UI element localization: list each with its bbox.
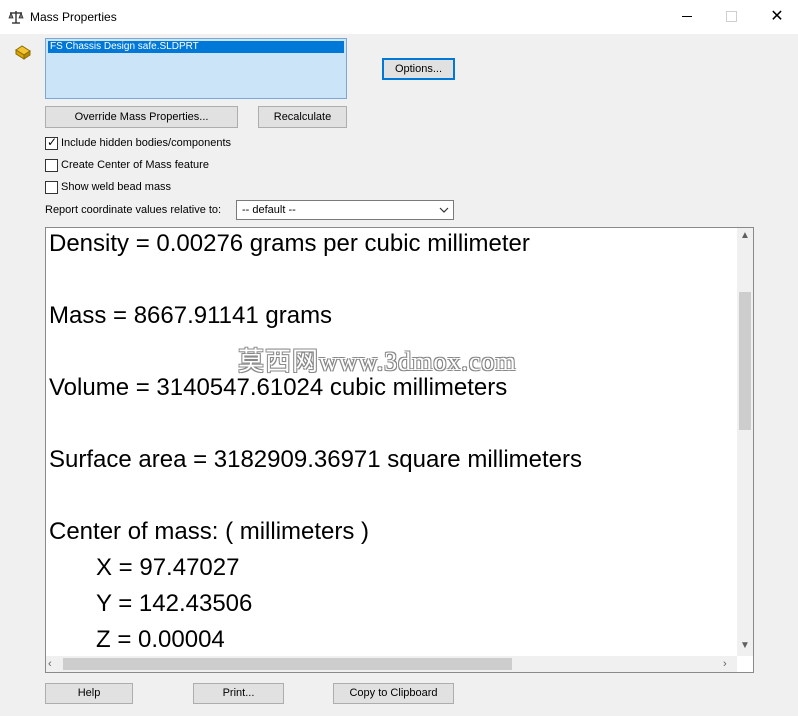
checkbox-label: Include hidden bodies/components [61,137,232,149]
density-line: Density = 0.00276 grams per cubic millim… [49,230,530,257]
recalculate-button[interactable]: Recalculate [258,106,347,128]
scroll-up-icon[interactable]: ▲ [737,230,753,244]
watermark: 莫西网www.3dmox.com [238,347,517,376]
checkbox-box[interactable]: ✓ [45,135,58,150]
window-title: Mass Properties [30,10,117,24]
surface-area-line: Surface area = 3182909.36971 square mill… [49,446,582,473]
copy-to-clipboard-button[interactable]: Copy to Clipboard [333,683,454,704]
chevron-down-icon [439,207,449,213]
mass-line: Mass = 8667.91141 grams [49,302,333,329]
close-icon: ✕ [770,8,784,25]
checkbox-label: Show weld bead mass [61,181,172,193]
center-x-line: X = 97.47027 [96,554,240,581]
checkbox-box[interactable] [45,181,58,194]
vertical-scroll-thumb[interactable] [739,292,751,430]
center-z-line: Z = 0.00004 [96,626,225,653]
scale-icon [8,11,24,24]
center-y-line: Y = 142.43506 [96,590,253,617]
results-panel[interactable]: Density = 0.00276 grams per cubic millim… [45,227,754,673]
scroll-left-icon[interactable]: ‹ [48,656,62,672]
vertical-scrollbar[interactable]: ▲ ▼ [737,228,753,656]
scroll-down-icon[interactable]: ▼ [737,640,753,654]
help-button[interactable]: Help [45,683,133,704]
selection-item[interactable]: FS Chassis Design safe.SLDPRT [48,41,344,53]
minimize-icon [682,16,692,18]
close-button[interactable]: ✕ [754,0,798,34]
scroll-right-icon[interactable]: › [723,656,737,672]
checkbox-label: Create Center of Mass feature [61,159,209,171]
horizontal-scrollbar[interactable]: ‹ › [46,656,737,672]
options-button[interactable]: Options... [382,58,455,80]
coordinate-select-value: -- default -- [242,204,296,216]
checkbox-box[interactable] [45,159,58,172]
center-of-mass-header: Center of mass: ( millimeters ) [49,518,370,545]
horizontal-scroll-thumb[interactable] [63,658,512,670]
print-button[interactable]: Print... [193,683,284,704]
checkmark-icon: ✓ [47,135,58,149]
selection-list[interactable]: FS Chassis Design safe.SLDPRT [45,38,347,99]
volume-line: Volume = 3140547.61024 cubic millimeters [49,374,508,401]
maximize-icon [725,11,737,23]
title-bar: Mass Properties ✕ [0,0,798,34]
coordinate-label: Report coordinate values relative to: [45,204,222,216]
minimize-button[interactable] [664,0,710,34]
coordinate-system-select[interactable]: -- default -- [236,200,454,220]
override-mass-properties-button[interactable]: Override Mass Properties... [45,106,238,128]
part-icon [15,45,31,60]
maximize-button[interactable] [708,0,754,34]
